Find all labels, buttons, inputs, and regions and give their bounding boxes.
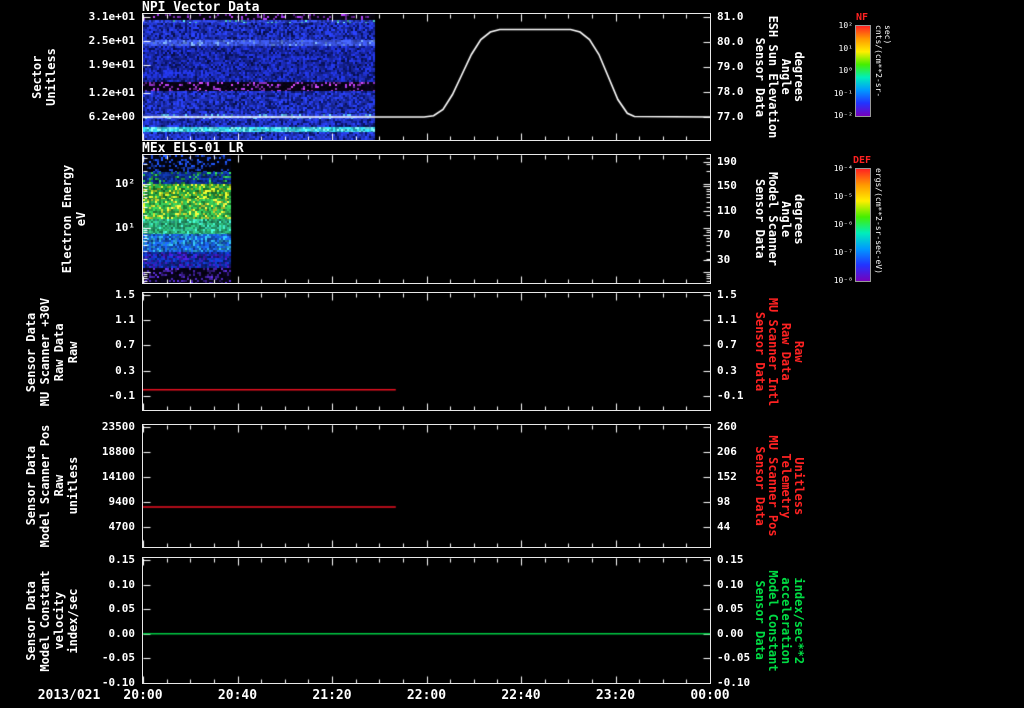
y-tick-label-right: 150 <box>717 179 737 192</box>
y-axis-label-left-model-scanner-pos-raw: unitless Raw Model Scanner Pos Sensor Da… <box>24 425 80 548</box>
colorbar-DEF <box>855 168 871 282</box>
y-tick-label-left: 1.9e+01 <box>0 58 135 71</box>
y-axis-label-right-mex-els-01-lr: Sensor Data Model Scanner Angle degrees <box>753 172 805 266</box>
y-tick-label-left: 6.2e+00 <box>0 110 135 123</box>
y-tick-label-right: 70 <box>717 228 730 241</box>
colorbar-NF <box>855 25 871 117</box>
y-tick-label-right: 152 <box>717 470 737 483</box>
plot-canvas-mu-scanner-30v-raw <box>143 293 710 410</box>
panel-mex-els-01-lr <box>142 154 711 284</box>
y-tick-label-left: 2.5e+01 <box>0 34 135 47</box>
y-tick-label-right: 0.3 <box>717 364 737 377</box>
x-tick-label: 20:00 <box>111 688 175 703</box>
x-tick-label: 21:20 <box>300 688 364 703</box>
x-tick-label: 22:00 <box>395 688 459 703</box>
colorbar-tick-label: 10⁻⁶ <box>821 220 853 229</box>
y-axis-label-left-mu-scanner-30v-raw: Raw Raw Data MU Scanner +30V Sensor Data <box>24 297 80 405</box>
x-tick-label: 20:40 <box>206 688 270 703</box>
x-tick-label: 00:00 <box>678 688 742 703</box>
colorbar-tick-label: 10⁻⁷ <box>821 248 853 257</box>
colorbar-tick-label: 10⁰ <box>821 66 853 75</box>
colorbar-tick-label: 10¹ <box>821 44 853 53</box>
plot-canvas-model-constant-velocity <box>143 558 710 683</box>
y-tick-label-right: 77.0 <box>717 110 744 123</box>
y-tick-label-right: 98 <box>717 495 730 508</box>
y-tick-label-right: -0.05 <box>717 651 750 664</box>
y-tick-label-right: 0.00 <box>717 627 744 640</box>
colorbar-tick-label: 10⁻² <box>821 111 853 120</box>
y-axis-label-left-mex-els-01-lr: eV Electron Energy <box>60 165 88 273</box>
y-tick-label-right: 0.05 <box>717 602 744 615</box>
colorbar-unit-DEF: ergs/(cm**2-sr-sec-eV) <box>874 168 883 280</box>
y-tick-label-right: 78.0 <box>717 85 744 98</box>
y-tick-label-right: 1.5 <box>717 288 737 301</box>
x-tick-label: 23:20 <box>584 688 648 703</box>
y-tick-label-left: 3.1e+01 <box>0 10 135 23</box>
y-tick-label-right: 260 <box>717 420 737 433</box>
y-axis-label-right-mu-scanner-30v-raw: Sensor Data MU Scanner Intl Raw Data Raw <box>753 297 805 405</box>
y-axis-label-right-model-constant-velocity: Sensor Data Model Constant acceleration … <box>753 570 805 671</box>
plot-canvas-npi-vector-data <box>143 14 710 140</box>
y-tick-label-right: 190 <box>717 155 737 168</box>
y-tick-label-right: 81.0 <box>717 10 744 23</box>
y-tick-label-right: 0.7 <box>717 338 737 351</box>
y-tick-label-right: 0.15 <box>717 553 744 566</box>
y-tick-label-left: 1.2e+01 <box>0 86 135 99</box>
y-tick-label-right: 30 <box>717 253 730 266</box>
x-axis-date-label: 2013/021 <box>26 688 112 703</box>
panel-model-constant-velocity <box>142 557 711 684</box>
colorbar-tick-label: 10⁻⁵ <box>821 192 853 201</box>
y-tick-label-right: 44 <box>717 520 730 533</box>
y-axis-label-right-npi-vector-data: Sensor Data ESH Sun Elevation Angle degr… <box>753 16 805 139</box>
y-tick-label-right: 1.1 <box>717 313 737 326</box>
panel-npi-vector-data <box>142 13 711 141</box>
plot-canvas-mex-els-01-lr <box>143 155 710 283</box>
x-tick-label: 22:40 <box>489 688 553 703</box>
panel-mu-scanner-30v-raw <box>142 292 711 411</box>
y-tick-label-right: -0.1 <box>717 389 744 402</box>
panel-model-scanner-pos-raw <box>142 424 711 548</box>
y-axis-label-left-model-constant-velocity: index/sec velocity Model Constant Sensor… <box>24 570 80 671</box>
y-axis-label-right-model-scanner-pos-raw: Sensor Data MU Scanner Pos Telemetry Uni… <box>753 435 805 536</box>
colorbar-tick-label: 10⁻⁴ <box>821 164 853 173</box>
y-tick-label-right: 110 <box>717 204 737 217</box>
plot-screen: NPI Vector Data MEx ELS-01 LR 2013/021 3… <box>0 0 1024 708</box>
y-axis-label-left-npi-vector-data: Unitless Sector <box>30 48 58 106</box>
colorbar-tick-label: 10² <box>821 21 853 30</box>
colorbar-unit-NF: cnts/(cm**2-sr-sec) <box>874 25 892 115</box>
colorbar-tick-label: 10⁻¹ <box>821 89 853 98</box>
y-tick-label-right: 0.10 <box>717 578 744 591</box>
y-tick-label-right: 80.0 <box>717 35 744 48</box>
y-tick-label-left: 0.15 <box>0 553 135 566</box>
plot-canvas-model-scanner-pos-raw <box>143 425 710 547</box>
y-tick-label-right: 79.0 <box>717 60 744 73</box>
colorbar-tick-label: 10⁻⁸ <box>821 276 853 285</box>
y-tick-label-right: 206 <box>717 445 737 458</box>
